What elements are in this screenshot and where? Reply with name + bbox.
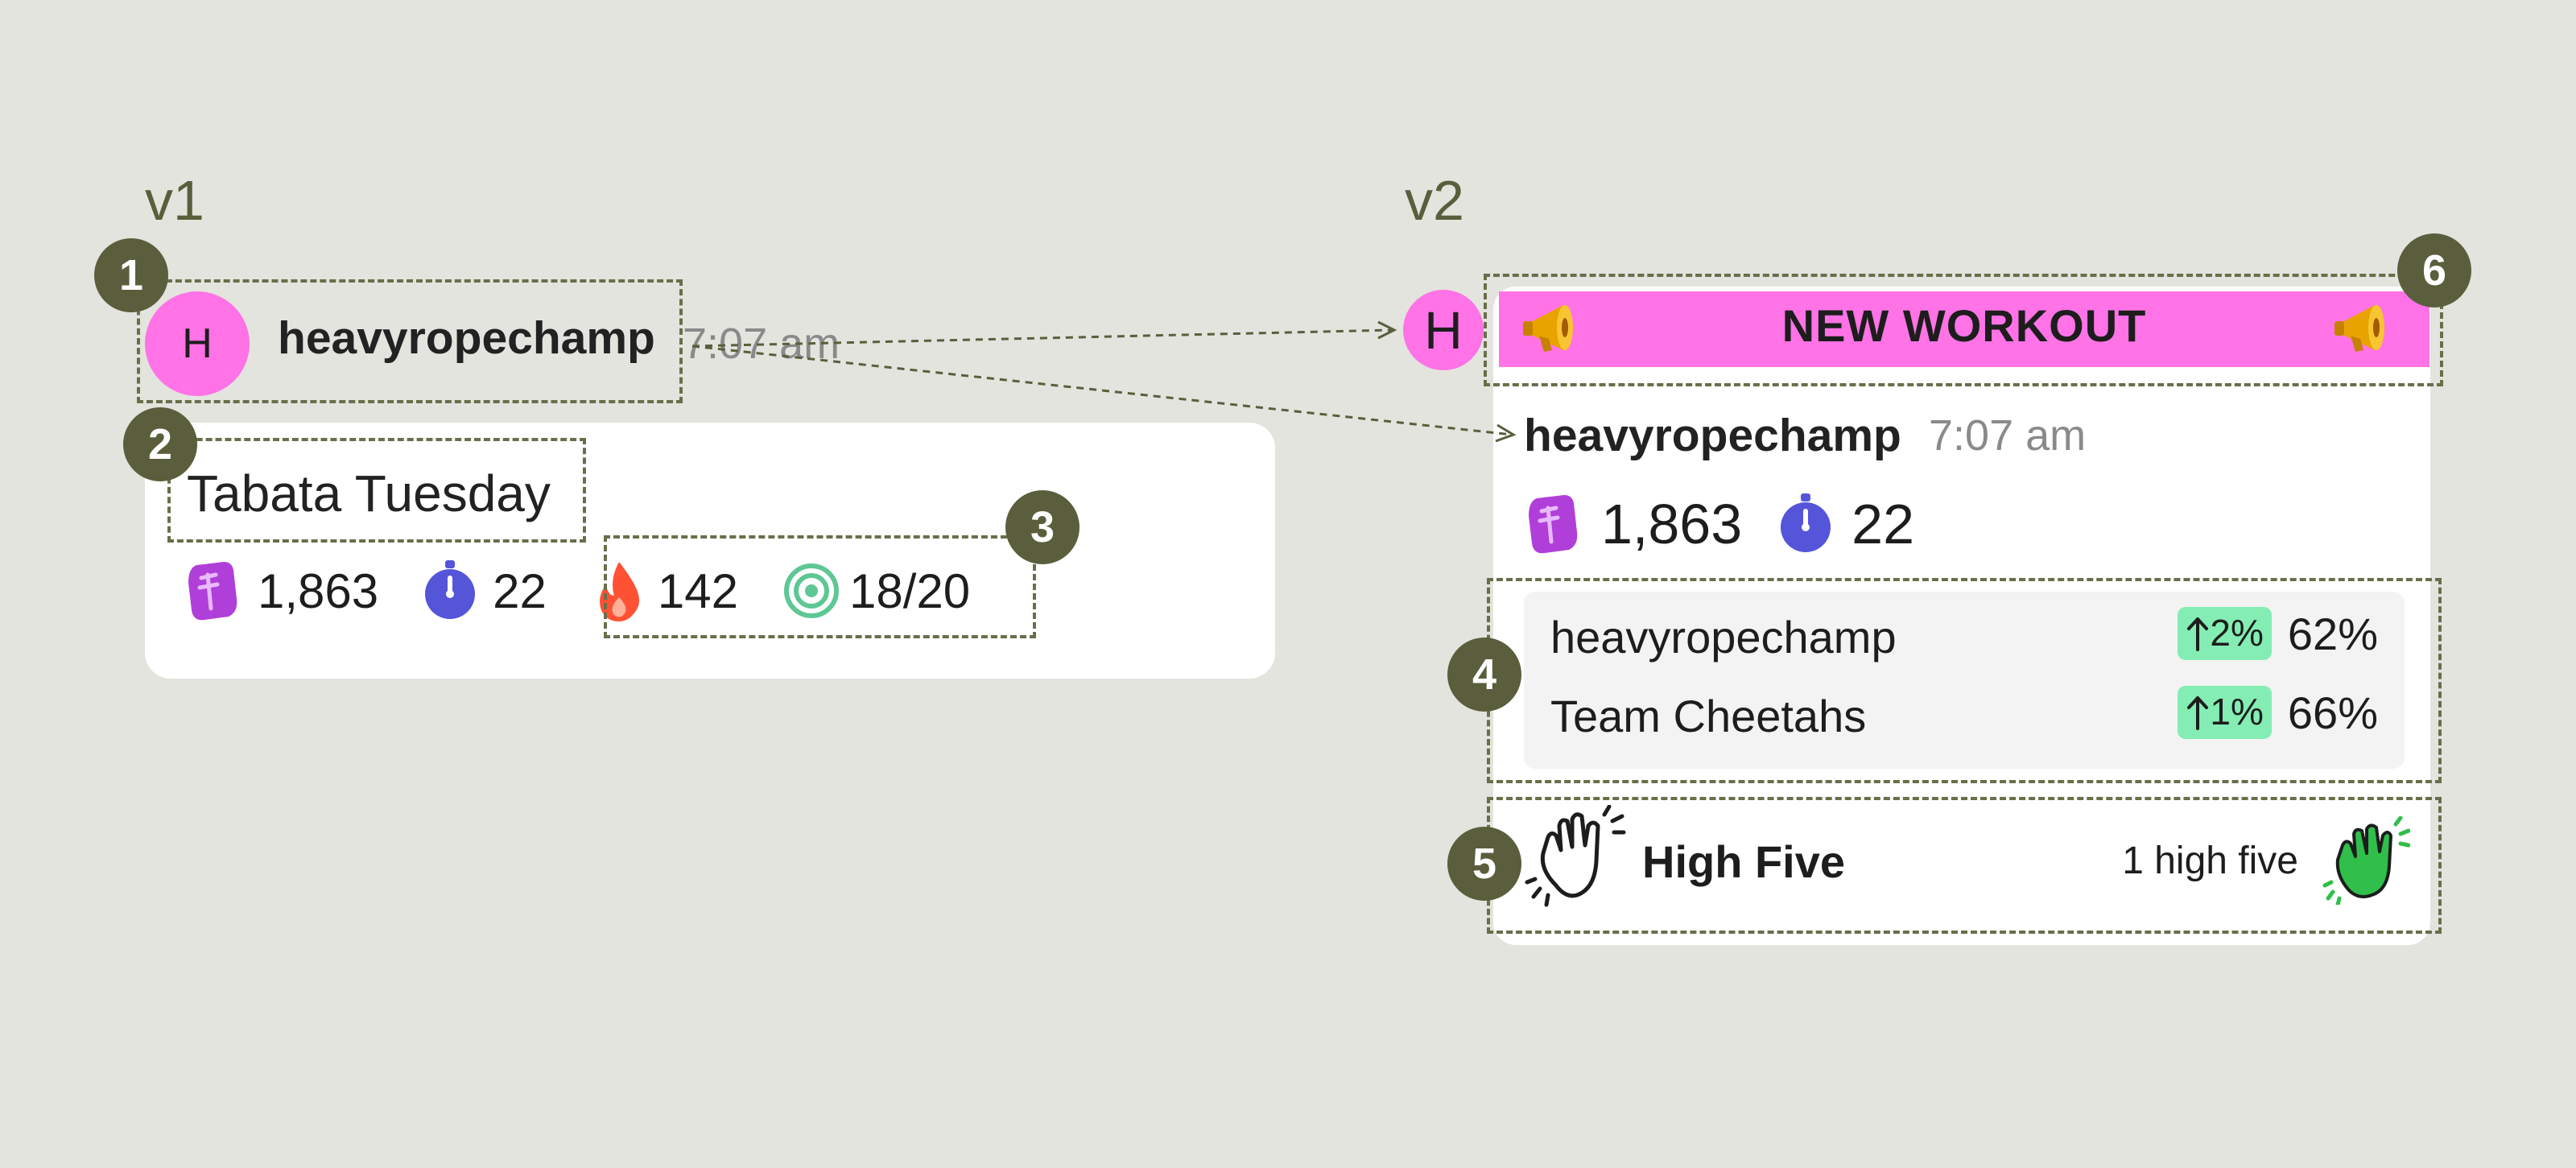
callout-5: 5 bbox=[1447, 827, 1521, 901]
callout-3: 3 bbox=[1005, 490, 1080, 564]
callout-1: 1 bbox=[94, 238, 168, 312]
v2-avatar[interactable]: H bbox=[1403, 290, 1484, 370]
callout-2: 2 bbox=[123, 407, 197, 481]
callout-6: 6 bbox=[2397, 233, 2471, 307]
v2-avatar-initial: H bbox=[1424, 300, 1463, 360]
callout-4: 4 bbox=[1447, 638, 1521, 712]
connector-arrows bbox=[691, 320, 1517, 443]
